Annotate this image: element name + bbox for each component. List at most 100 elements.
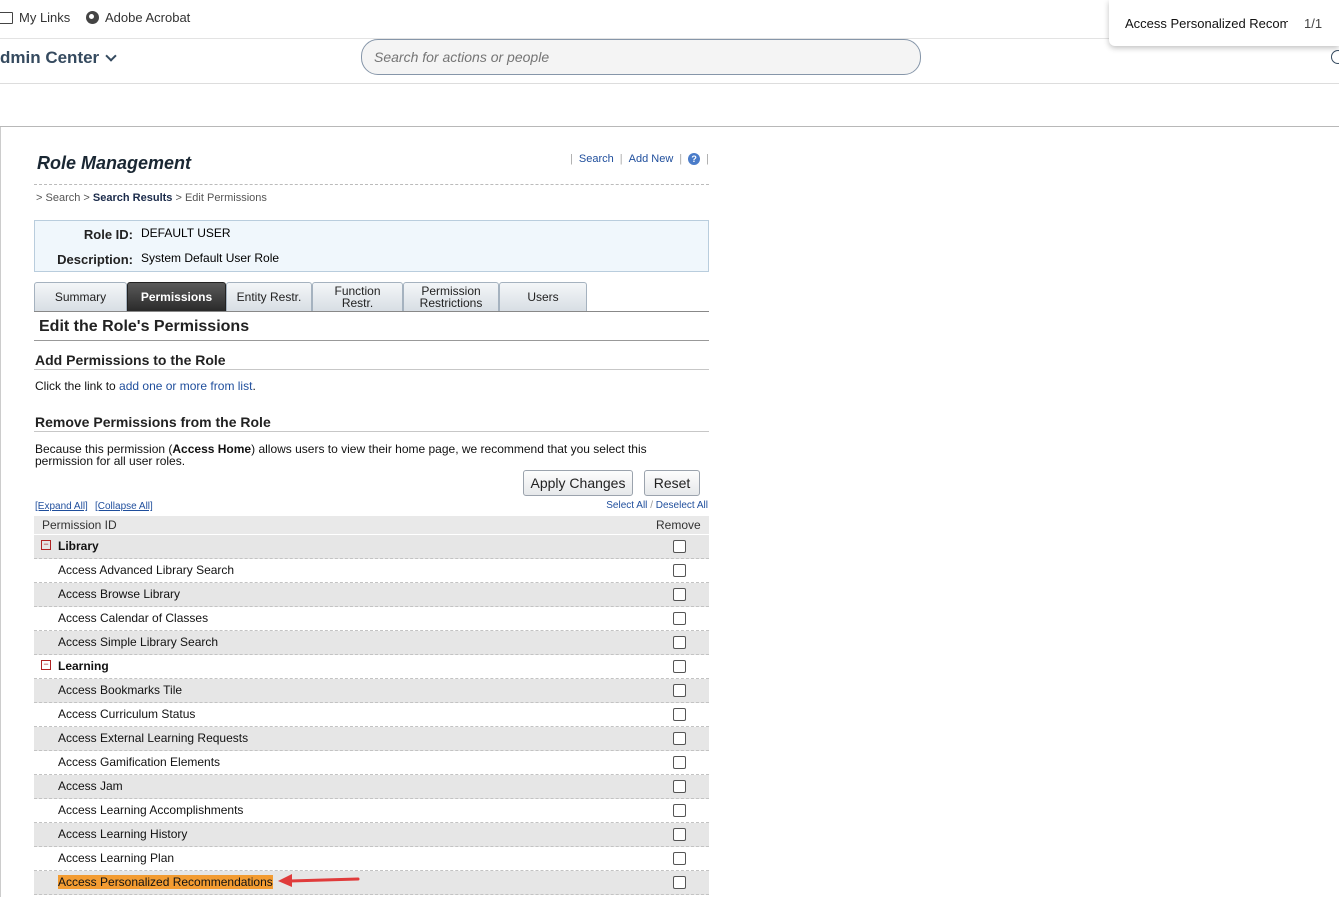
collapse-minus-icon[interactable]: − — [41, 540, 51, 550]
app-header: dmin Center — [0, 38, 1339, 84]
remove-checkbox[interactable] — [673, 588, 686, 601]
tab-function-restr[interactable]: Function Restr. — [312, 282, 403, 311]
add-permissions-text: Click the link to add one or more from l… — [35, 379, 256, 393]
add-permissions-heading: Add Permissions to the Role — [35, 352, 226, 368]
collapse-minus-icon[interactable]: − — [41, 660, 51, 670]
apply-changes-button[interactable]: Apply Changes — [523, 470, 633, 496]
tab-users[interactable]: Users — [499, 282, 587, 311]
tab-permission-restrictions[interactable]: Permission Restrictions — [403, 282, 499, 311]
role-info-box: Role ID: DEFAULT USER Description: Syste… — [34, 220, 709, 272]
reset-button[interactable]: Reset — [644, 470, 700, 496]
add-from-list-link[interactable]: add one or more from list — [119, 379, 252, 393]
select-links: Select All / Deselect All — [606, 500, 708, 511]
column-header-permission: Permission ID — [42, 518, 117, 532]
bookmark-label: Adobe Acrobat — [105, 10, 191, 25]
remove-checkbox[interactable] — [673, 780, 686, 793]
table-row: Access Calendar of Classes — [34, 607, 709, 631]
permission-label: Access Learning History — [58, 827, 188, 841]
permission-label: Access Learning Accomplishments — [58, 803, 244, 817]
help-icon[interactable]: ? — [688, 153, 701, 165]
bookmark-adobe-acrobat[interactable]: Adobe Acrobat — [86, 10, 190, 25]
table-row: Access Personalized Recommendations — [34, 871, 709, 895]
remove-checkbox[interactable] — [673, 612, 686, 625]
remove-checkbox[interactable] — [673, 636, 686, 649]
divider — [34, 311, 709, 312]
permission-label: Access Advanced Library Search — [58, 563, 235, 577]
divider — [34, 340, 709, 341]
permission-label: Access Learning Plan — [58, 851, 175, 865]
remove-checkbox[interactable] — [673, 708, 686, 721]
add-new-link[interactable]: Add New — [629, 153, 674, 165]
global-search[interactable] — [361, 39, 921, 75]
find-query[interactable]: Access Personalized Recommendations — [1125, 16, 1288, 31]
remove-checkbox[interactable] — [673, 660, 686, 673]
remove-checkbox[interactable] — [673, 876, 686, 889]
table-row: Access Gamification Elements — [34, 751, 709, 775]
remove-checkbox[interactable] — [673, 564, 686, 577]
select-all-link[interactable]: Select All — [606, 500, 647, 511]
remove-permissions-heading: Remove Permissions from the Role — [35, 414, 271, 430]
permission-label: Access Browse Library — [58, 587, 181, 601]
permission-label: Access Simple Library Search — [58, 635, 219, 649]
collapse-all-link[interactable]: [Collapse All] — [95, 501, 153, 512]
table-row: Access Browse Library — [34, 583, 709, 607]
profile-icon[interactable] — [1331, 50, 1339, 64]
permission-label: Access Curriculum Status — [58, 707, 196, 721]
globe-icon — [86, 11, 99, 24]
permission-label: Access External Learning Requests — [58, 731, 249, 745]
breadcrumb-search[interactable]: Search — [46, 192, 81, 204]
permission-label: Learning — [58, 659, 109, 673]
red-arrow-annotation — [278, 874, 360, 887]
folder-icon — [0, 11, 13, 24]
bookmark-label: My Links — [19, 10, 71, 25]
remove-checkbox[interactable] — [673, 852, 686, 865]
remove-checkbox[interactable] — [673, 540, 686, 553]
role-id-label: Role ID: — [83, 227, 133, 242]
table-row: Access Learning Accomplishments — [34, 799, 709, 823]
divider — [34, 184, 709, 185]
tab-permissions[interactable]: Permissions — [127, 282, 226, 311]
table-row: Access Learning History — [34, 823, 709, 847]
app-title-menu[interactable]: dmin Center — [0, 48, 117, 68]
app-title: dmin Center — [0, 48, 100, 67]
remove-checkbox[interactable] — [673, 684, 686, 697]
breadcrumb: > Search > Search Results > Edit Permiss… — [36, 192, 267, 204]
remove-checkbox[interactable] — [673, 804, 686, 817]
remove-checkbox[interactable] — [673, 732, 686, 745]
find-match-count: 1/1 — [1304, 16, 1323, 31]
description-value: System Default User Role — [141, 251, 280, 265]
bookmark-my-links[interactable]: My Links — [0, 10, 70, 25]
description-label: Description: — [57, 252, 133, 267]
remove-checkbox[interactable] — [673, 828, 686, 841]
table-row: Access Learning Plan — [34, 847, 709, 871]
divider — [0, 127, 1, 897]
deselect-all-link[interactable]: Deselect All — [656, 500, 708, 511]
table-group-row: − Learning — [34, 655, 709, 679]
table-row: Access Advanced Library Search — [34, 559, 709, 583]
role-id-value: DEFAULT USER — [141, 226, 231, 240]
expand-all-link[interactable]: [Expand All] — [35, 501, 88, 512]
permission-label: Library — [58, 539, 99, 553]
breadcrumb-search-results[interactable]: Search Results — [93, 192, 172, 204]
section-heading: Edit the Role's Permissions — [39, 318, 250, 335]
breadcrumb-current: Edit Permissions — [184, 192, 267, 204]
remove-checkbox[interactable] — [673, 756, 686, 769]
table-row: Access Curriculum Status — [34, 703, 709, 727]
search-input[interactable] — [372, 40, 896, 74]
page-title: Role Management — [37, 153, 192, 173]
tab-summary[interactable]: Summary — [34, 282, 127, 311]
permission-label: Access Jam — [58, 779, 123, 793]
table-row: Access Bookmarks Tile — [34, 679, 709, 703]
tab-entity-restr[interactable]: Entity Restr. — [226, 282, 312, 311]
table-row: Access Jam — [34, 775, 709, 799]
divider — [34, 369, 709, 370]
divider — [34, 431, 709, 432]
search-link[interactable]: Search — [579, 153, 614, 165]
permission-label: Access Personalized Recommendations — [58, 875, 273, 889]
table-group-row: − Library — [34, 535, 709, 559]
permission-label: Access Bookmarks Tile — [58, 683, 183, 697]
permission-label: Access Gamification Elements — [58, 755, 221, 769]
chevron-down-icon — [105, 50, 117, 62]
header-links: | Search | Add New | ? | — [570, 153, 709, 165]
table-row: Access External Learning Requests — [34, 727, 709, 751]
